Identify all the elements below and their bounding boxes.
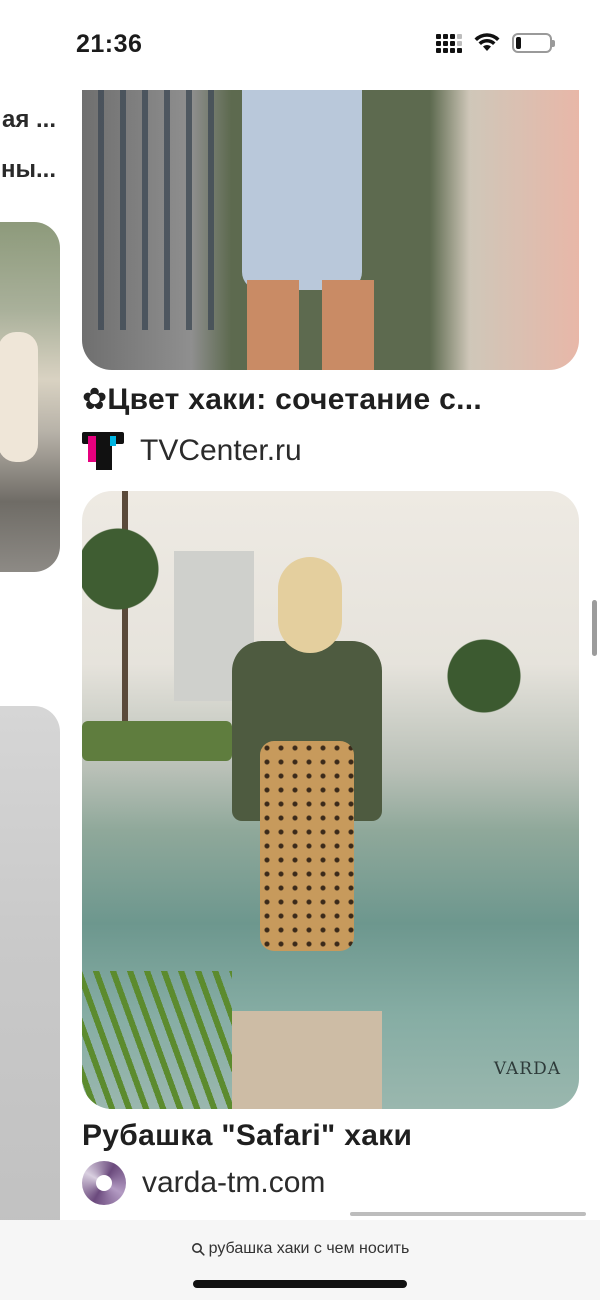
varda-logo-icon bbox=[82, 1161, 126, 1205]
home-indicator[interactable] bbox=[193, 1280, 407, 1288]
image-watermark: VARDA bbox=[493, 1059, 561, 1079]
left-pin-title-line-1[interactable]: ая ... bbox=[2, 106, 56, 134]
pin-image[interactable]: VARDA bbox=[82, 491, 579, 1109]
vertical-scrollbar[interactable] bbox=[592, 600, 597, 656]
pin-source[interactable]: TVCenter.ru bbox=[82, 429, 579, 473]
battery-icon bbox=[512, 33, 555, 53]
pin-title[interactable]: Рубашка "Safari" хаки bbox=[82, 1119, 579, 1153]
left-pin-image-2[interactable] bbox=[0, 706, 60, 1220]
pin-title[interactable]: ✿Цвет хаки: сочетание с... bbox=[82, 382, 579, 417]
cellular-signal-icon bbox=[436, 33, 462, 53]
search-icon bbox=[191, 1243, 205, 1256]
left-pin-image[interactable] bbox=[0, 222, 60, 572]
status-icons bbox=[436, 33, 555, 53]
tvcenter-logo-icon bbox=[82, 430, 124, 472]
battery-level bbox=[516, 37, 521, 49]
left-pin-column: ая ... ны... bbox=[0, 90, 60, 1220]
search-query-text: рубашка хаки с чем носить bbox=[208, 1240, 410, 1257]
bottom-search-bar: рубашка хаки с чем носить bbox=[0, 1220, 600, 1300]
pin-image[interactable] bbox=[82, 90, 579, 370]
search-query-button[interactable]: рубашка хаки с чем носить bbox=[0, 1240, 600, 1258]
pin-source-name: varda-tm.com bbox=[142, 1166, 326, 1199]
wifi-icon bbox=[474, 33, 500, 51]
status-time: 21:36 bbox=[76, 30, 143, 58]
main-pin-column: ✿Цвет хаки: сочетание с... TVCenter.ru V… bbox=[82, 90, 579, 1205]
horizontal-scrollbar[interactable] bbox=[350, 1212, 586, 1216]
status-bar: 21:36 bbox=[0, 0, 600, 90]
pin-source[interactable]: varda-tm.com bbox=[82, 1161, 579, 1205]
pin-source-name: TVCenter.ru bbox=[140, 434, 302, 467]
left-pin-title-line-2[interactable]: ны... bbox=[1, 156, 56, 184]
